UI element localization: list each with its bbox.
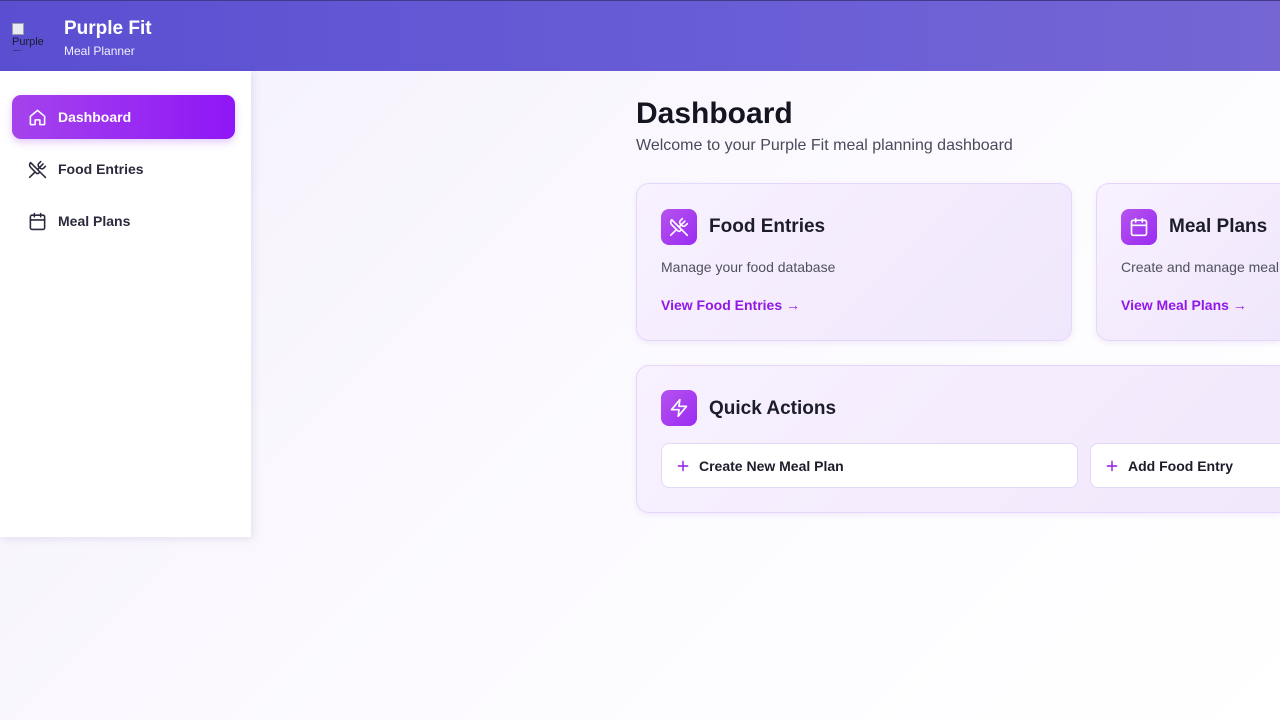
add-food-entry-button[interactable]: Add Food Entry	[1090, 443, 1280, 488]
utensils-crossed-icon	[27, 159, 47, 179]
home-icon	[27, 107, 47, 127]
view-food-entries-link[interactable]: View Food Entries →	[661, 297, 800, 313]
sidebar: Dashboard Food Entries Meal Plans	[0, 71, 251, 537]
calendar-icon	[27, 211, 47, 231]
broken-image-icon	[12, 23, 24, 35]
sidebar-item-meal-plans[interactable]: Meal Plans	[12, 199, 235, 243]
plus-icon	[677, 460, 689, 471]
app-title: Purple Fit	[64, 18, 152, 39]
calendar-icon	[1121, 209, 1157, 245]
logo[interactable]: Purple Fit	[12, 23, 52, 51]
main-header: Dashboard Welcome to your Purple Fit mea…	[636, 96, 1013, 155]
quick-actions-panel: Quick Actions Create New Meal Plan Add F…	[636, 365, 1280, 513]
card-description: Create and manage meal plans	[1121, 259, 1280, 275]
food-entries-card: Food Entries Manage your food database V…	[636, 183, 1072, 341]
app-subtitle: Meal Planner	[64, 44, 135, 58]
brand: Purple Fit Meal Planner	[64, 18, 152, 59]
card-title: Meal Plans	[1169, 216, 1268, 237]
app-header: Purple Fit Purple Fit Meal Planner	[0, 0, 1280, 71]
zap-icon	[661, 390, 697, 426]
view-meal-plans-link[interactable]: View Meal Plans →	[1121, 297, 1247, 313]
sidebar-item-food-entries[interactable]: Food Entries	[12, 147, 235, 191]
quick-actions-title: Quick Actions	[709, 398, 837, 419]
utensils-crossed-icon	[661, 209, 697, 245]
card-title: Food Entries	[709, 216, 826, 237]
sidebar-item-label: Food Entries	[58, 161, 144, 177]
sidebar-item-label: Meal Plans	[58, 213, 131, 229]
meal-plans-card: Meal Plans Create and manage meal plans …	[1096, 183, 1280, 341]
card-description: Manage your food database	[661, 259, 836, 275]
page-subtitle: Welcome to your Purple Fit meal planning…	[636, 137, 1013, 154]
logo-alt-text: Purple Fit	[12, 36, 44, 51]
create-meal-plan-button[interactable]: Create New Meal Plan	[661, 443, 1078, 488]
button-label: Add Food Entry	[1128, 457, 1233, 474]
page-title: Dashboard	[636, 97, 793, 130]
sidebar-item-dashboard[interactable]: Dashboard	[12, 95, 235, 139]
sidebar-item-label: Dashboard	[58, 109, 132, 125]
plus-icon	[1106, 460, 1118, 471]
button-label: Create New Meal Plan	[699, 457, 844, 474]
